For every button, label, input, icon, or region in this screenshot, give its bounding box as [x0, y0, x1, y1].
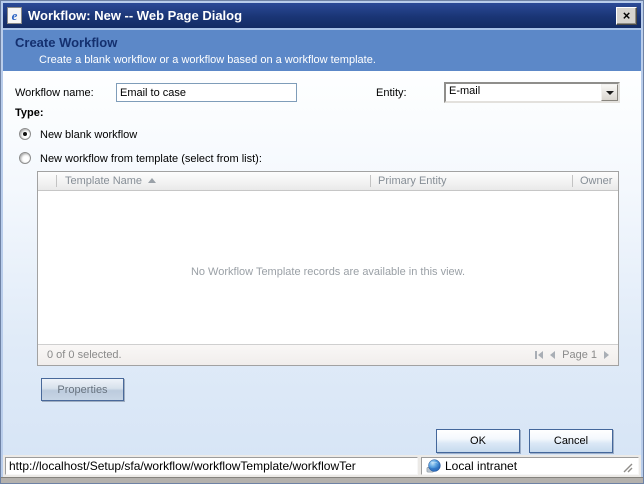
- security-zone-panel: Local intranet: [421, 457, 639, 475]
- radio-new-workflow-from-template[interactable]: [19, 152, 31, 164]
- entity-selected-value: E-mail: [446, 84, 601, 101]
- security-zone-label: Local intranet: [445, 459, 517, 473]
- template-list-footer: 0 of 0 selected. Page 1: [38, 344, 618, 365]
- column-separator: [370, 175, 371, 187]
- ie-page-icon-glyph: e: [12, 9, 18, 22]
- selection-status: 0 of 0 selected.: [47, 349, 535, 361]
- page-label: Page 1: [562, 349, 597, 361]
- first-page-bar: [535, 351, 537, 359]
- radio-new-blank-workflow[interactable]: [19, 128, 31, 140]
- template-list-header: Template Name Primary Entity Owner: [38, 172, 618, 191]
- next-page-icon[interactable]: [604, 351, 609, 359]
- ok-button[interactable]: OK: [436, 429, 520, 453]
- previous-page-icon[interactable]: [550, 351, 555, 359]
- window-bottom-edge: [1, 477, 643, 483]
- sort-ascending-icon: [148, 178, 156, 183]
- status-url: http://localhost/Setup/sfa/workflow/work…: [5, 457, 418, 475]
- entity-select[interactable]: E-mail: [444, 82, 620, 103]
- radio-new-workflow-from-template-label[interactable]: New workflow from template (select from …: [40, 153, 262, 165]
- empty-list-message: No Workflow Template records are availab…: [38, 192, 618, 278]
- column-header-primary-entity[interactable]: Primary Entity: [378, 175, 446, 187]
- resize-grip-icon: [620, 460, 633, 473]
- workflow-name-label: Workflow name:: [15, 87, 94, 99]
- dialog-subtitle: Create a blank workflow or a workflow ba…: [39, 54, 641, 66]
- entity-dropdown-button[interactable]: [601, 84, 618, 101]
- column-header-owner[interactable]: Owner: [580, 175, 612, 187]
- column-separator: [56, 175, 57, 187]
- first-page-icon: [538, 351, 543, 359]
- column-header-template-name-label: Template Name: [65, 175, 142, 187]
- type-label: Type:: [15, 107, 44, 119]
- first-page-button[interactable]: [535, 351, 543, 359]
- column-header-template-name[interactable]: Template Name: [65, 175, 156, 187]
- dialog-header: Create Workflow Create a blank workflow …: [3, 28, 641, 71]
- window-title: Workflow: New -- Web Page Dialog: [28, 8, 616, 23]
- workflow-name-input[interactable]: [116, 83, 297, 102]
- paging-controls: Page 1: [535, 349, 609, 361]
- dialog-title: Create Workflow: [15, 35, 641, 50]
- column-separator: [572, 175, 573, 187]
- title-bar[interactable]: e Workflow: New -- Web Page Dialog ×: [3, 3, 641, 28]
- status-bar: http://localhost/Setup/sfa/workflow/work…: [3, 455, 641, 477]
- web-page-dialog: e Workflow: New -- Web Page Dialog × Cre…: [0, 0, 644, 484]
- entity-label: Entity:: [376, 87, 407, 99]
- cancel-button[interactable]: Cancel: [529, 429, 613, 453]
- resize-grip[interactable]: [617, 459, 634, 474]
- template-list-body: No Workflow Template records are availab…: [38, 192, 618, 344]
- close-button[interactable]: ×: [616, 7, 637, 25]
- dialog-body: Workflow name: Entity: E-mail Type: New …: [3, 71, 641, 455]
- radio-new-blank-workflow-label[interactable]: New blank workflow: [40, 129, 137, 141]
- chevron-down-icon: [606, 91, 614, 95]
- template-list: Template Name Primary Entity Owner No Wo…: [37, 171, 619, 366]
- local-intranet-icon: [426, 459, 441, 474]
- properties-button[interactable]: Properties: [41, 378, 124, 401]
- ie-page-icon: e: [7, 7, 22, 24]
